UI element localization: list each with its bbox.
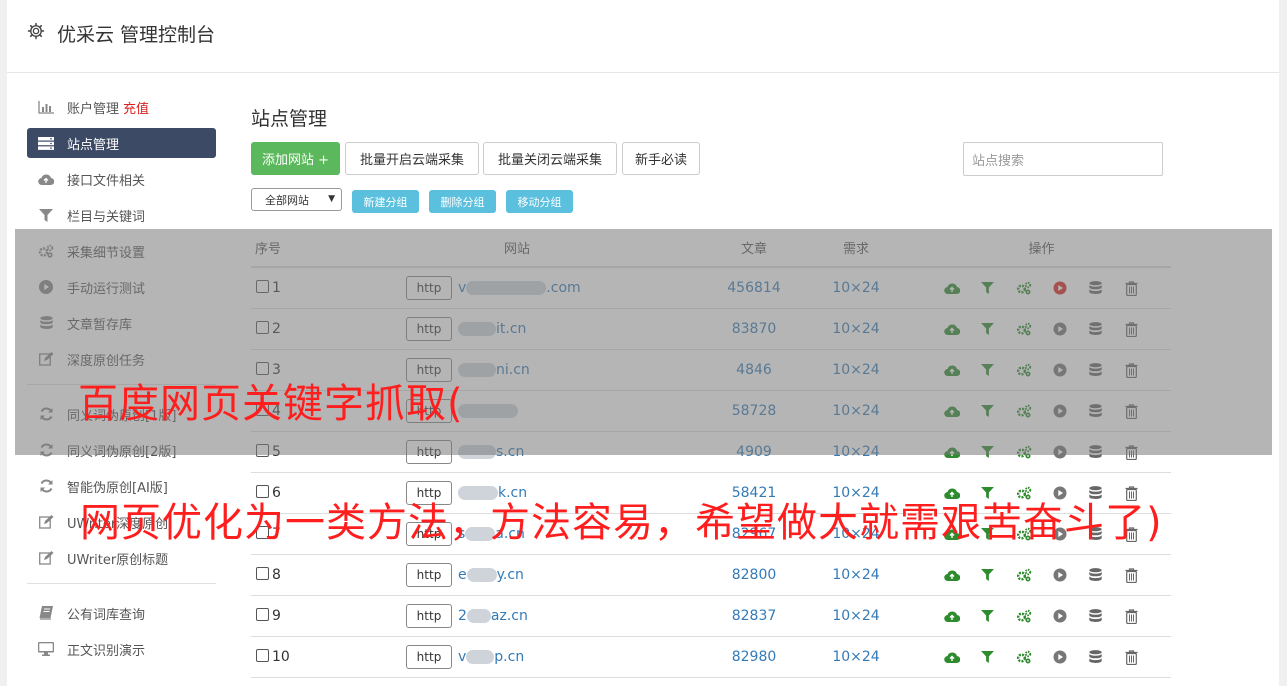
site-cell: http e y.cn — [326, 554, 708, 596]
actions-cell — [912, 636, 1171, 678]
move-group-button[interactable]: 移动分组 — [506, 190, 573, 213]
cogs-icon[interactable] — [1015, 566, 1033, 584]
seq-cell: 9 — [251, 595, 326, 637]
trash-icon[interactable] — [1123, 648, 1141, 666]
cloud-upload-icon[interactable] — [943, 607, 961, 625]
redacted-domain — [466, 609, 491, 623]
sidebar-item-label: 账户管理 — [67, 101, 120, 117]
sidebar-item[interactable]: 接口文件相关 — [27, 164, 216, 194]
sidebar-item[interactable]: 账户管理 充值 — [27, 92, 216, 122]
edit-icon — [38, 551, 54, 565]
filter-icon — [38, 208, 54, 222]
new-group-button[interactable]: 新建分组 — [352, 190, 419, 213]
page-title: 站点管理 — [251, 108, 328, 130]
row-checkbox[interactable] — [256, 608, 269, 621]
table-row[interactable]: 9 http 2 az.cn 82837 10×24 — [251, 595, 1171, 637]
cloud-upload-icon — [38, 172, 54, 186]
cloud-upload-icon[interactable] — [943, 566, 961, 584]
site-search-input[interactable]: 站点搜索 — [963, 142, 1163, 176]
top-bar: 优采云 管理控制台 — [7, 0, 1279, 73]
site-cell: http v p.cn — [326, 636, 708, 678]
row-checkbox[interactable] — [256, 567, 269, 580]
article-count[interactable]: 82980 — [708, 636, 800, 678]
site-domain-suffix[interactable]: az.cn — [491, 608, 528, 624]
site-domain-suffix[interactable]: y.cn — [497, 567, 524, 583]
group-select-value: 全部网站 — [265, 193, 309, 207]
seq-cell: 8 — [251, 554, 326, 596]
group-select[interactable]: 全部网站 ▼ — [251, 188, 342, 211]
row-seq: 9 — [272, 608, 281, 624]
trash-icon[interactable] — [1123, 566, 1141, 584]
site-domain-prefix[interactable]: e — [458, 567, 467, 583]
sidebar-divider — [27, 583, 216, 584]
site-cell: http 2 az.cn — [326, 595, 708, 637]
monitor-icon — [38, 642, 54, 656]
sidebar-item[interactable]: 公有词库查询 — [27, 598, 216, 628]
redacted-domain — [466, 568, 497, 582]
filter-icon[interactable] — [979, 648, 997, 666]
http-badge: http — [406, 563, 452, 587]
delete-group-button[interactable]: 删除分组 — [429, 190, 496, 213]
batch-disable-cloud-button[interactable]: 批量关闭云端采集 — [483, 142, 617, 175]
article-count[interactable]: 82837 — [708, 595, 800, 637]
site-domain-prefix[interactable]: v — [458, 649, 466, 665]
actions-cell — [912, 595, 1171, 637]
bar-chart-icon — [38, 100, 54, 114]
beginner-guide-button[interactable]: 新手必读 — [622, 142, 700, 175]
batch-enable-cloud-button[interactable]: 批量开启云端采集 — [345, 142, 479, 175]
http-badge: http — [406, 645, 452, 669]
sidebar-item-label: 站点管理 — [67, 137, 120, 153]
book-icon — [38, 606, 54, 620]
demand-value[interactable]: 10×24 — [800, 636, 912, 678]
sidebar-item-label: 接口文件相关 — [67, 173, 146, 189]
gear-icon[interactable] — [27, 22, 45, 40]
sidebar-item-label: UWriter原创标题 — [67, 552, 169, 568]
edit-icon — [38, 515, 54, 529]
filter-icon[interactable] — [979, 607, 997, 625]
site-domain-suffix[interactable]: p.cn — [494, 649, 524, 665]
table-row[interactable]: 10 http v p.cn 82980 10×24 — [251, 636, 1171, 678]
sidebar-item[interactable]: 站点管理 — [27, 128, 216, 158]
cogs-icon[interactable] — [1015, 607, 1033, 625]
demand-value[interactable]: 10×24 — [800, 595, 912, 637]
sidebar-item[interactable]: 正文识别演示 — [27, 634, 216, 664]
row-seq: 10 — [272, 649, 290, 665]
trash-icon[interactable] — [1123, 607, 1141, 625]
add-site-button[interactable]: 添加网站 + — [251, 142, 340, 175]
play-icon[interactable] — [1051, 607, 1069, 625]
play-icon[interactable] — [1051, 648, 1069, 666]
redacted-domain — [466, 650, 495, 664]
article-count[interactable]: 82800 — [708, 554, 800, 596]
table-row[interactable]: 8 http e y.cn 82800 10×24 — [251, 554, 1171, 596]
sidebar-item[interactable]: 栏目与关键词 — [27, 200, 216, 230]
row-seq: 8 — [272, 567, 281, 583]
sidebar-item-label: 公有词库查询 — [67, 607, 146, 623]
overlay-caption-line2: 网页优化为一类方法，方法容易，希望做大就需艰苦奋斗了) — [80, 500, 1163, 546]
sidebar-item-label: 正文识别演示 — [67, 643, 146, 659]
cogs-icon[interactable] — [1015, 648, 1033, 666]
site-domain-prefix[interactable]: 2 — [458, 608, 467, 624]
recharge-link[interactable]: 充值 — [123, 98, 149, 117]
seq-cell: 10 — [251, 636, 326, 678]
play-icon[interactable] — [1051, 566, 1069, 584]
database-icon[interactable] — [1087, 648, 1105, 666]
filter-icon[interactable] — [979, 566, 997, 584]
row-checkbox[interactable] — [256, 649, 269, 662]
refresh-icon — [38, 479, 54, 493]
list-icon — [38, 136, 54, 150]
http-badge: http — [406, 604, 452, 628]
database-icon[interactable] — [1087, 607, 1105, 625]
sidebar-item-label: 栏目与关键词 — [67, 209, 146, 225]
database-icon[interactable] — [1087, 566, 1105, 584]
actions-cell — [912, 554, 1171, 596]
overlay-caption-line1: 百度网页关键字抓取( — [78, 381, 464, 427]
chevron-down-icon: ▼ — [328, 194, 335, 204]
demand-value[interactable]: 10×24 — [800, 554, 912, 596]
app-title: 优采云 管理控制台 — [57, 24, 216, 46]
cloud-upload-icon[interactable] — [943, 648, 961, 666]
